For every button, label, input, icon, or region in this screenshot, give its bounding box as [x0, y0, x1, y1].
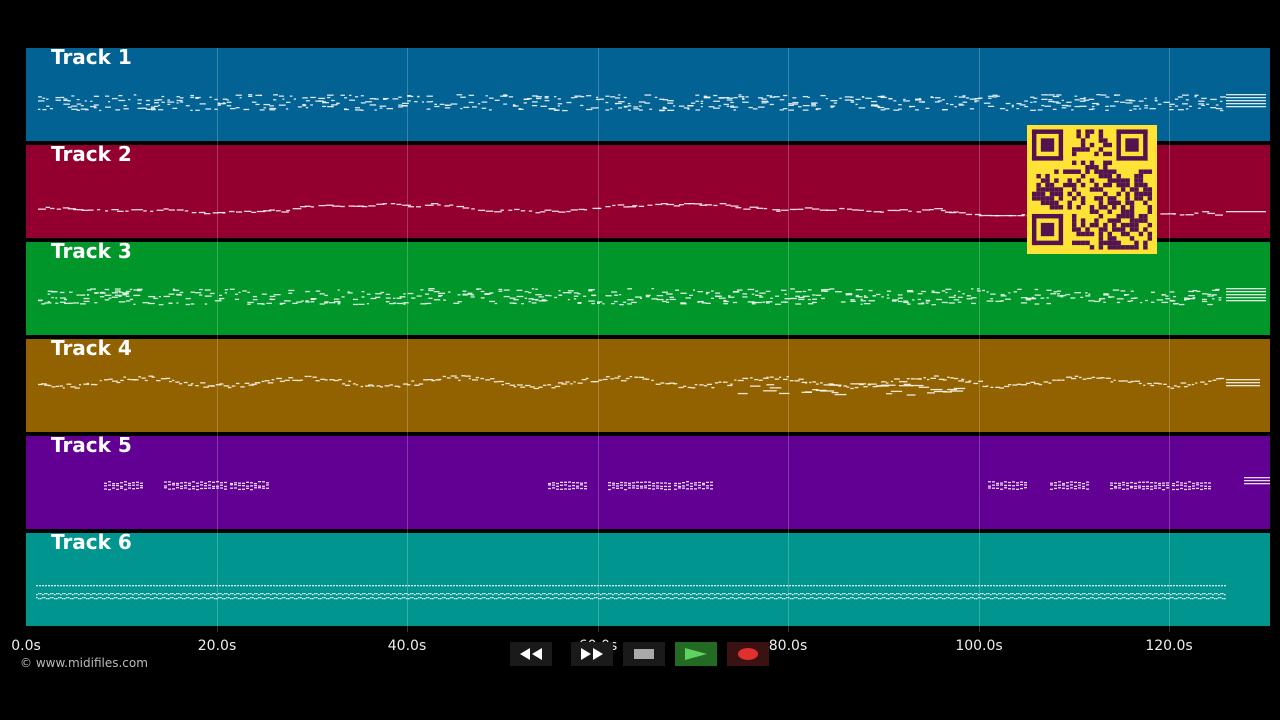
stop-button[interactable] [623, 642, 665, 666]
time-tick-label: 100.0s [955, 638, 1003, 654]
track-lane-4: Track 4 [26, 339, 1270, 432]
transport-controls [510, 642, 770, 666]
track-notes [38, 288, 1266, 306]
record-button[interactable] [727, 642, 769, 666]
track-lane-6: Track 6 [26, 533, 1270, 626]
gridline [788, 48, 789, 632]
track-title: Track 4 [51, 339, 132, 360]
track-title: Track 1 [51, 48, 132, 69]
track-notes [36, 585, 1226, 600]
track-notes [104, 477, 1270, 491]
track-lane-3: Track 3 [26, 242, 1270, 335]
track-title: Track 2 [51, 145, 132, 166]
gridline [979, 48, 980, 632]
stop-icon [634, 649, 654, 659]
gridline [1169, 48, 1170, 632]
track-notes [38, 375, 1260, 396]
time-tick-label: 120.0s [1145, 638, 1193, 654]
copyright-text: © www.midifiles.com [20, 656, 148, 670]
fast-forward-button[interactable] [571, 642, 613, 666]
gridline [598, 48, 599, 632]
gridline [407, 48, 408, 632]
track-title: Track 5 [51, 436, 132, 457]
fast-forward-icon [581, 648, 603, 660]
track-title: Track 6 [51, 533, 132, 554]
time-tick-label: 20.0s [197, 638, 237, 654]
play-icon [685, 648, 707, 660]
record-icon [738, 648, 758, 660]
time-tick-label: 40.0s [387, 638, 427, 654]
track-lane-5: Track 5 [26, 436, 1270, 529]
rewind-button[interactable] [510, 642, 552, 666]
play-button[interactable] [675, 642, 717, 666]
time-tick-label: 0.0s [11, 638, 41, 654]
rewind-icon [520, 648, 542, 660]
track-title: Track 3 [51, 242, 132, 263]
qr-code [1027, 125, 1157, 254]
gridline [217, 48, 218, 632]
time-tick-label: 80.0s [768, 638, 808, 654]
